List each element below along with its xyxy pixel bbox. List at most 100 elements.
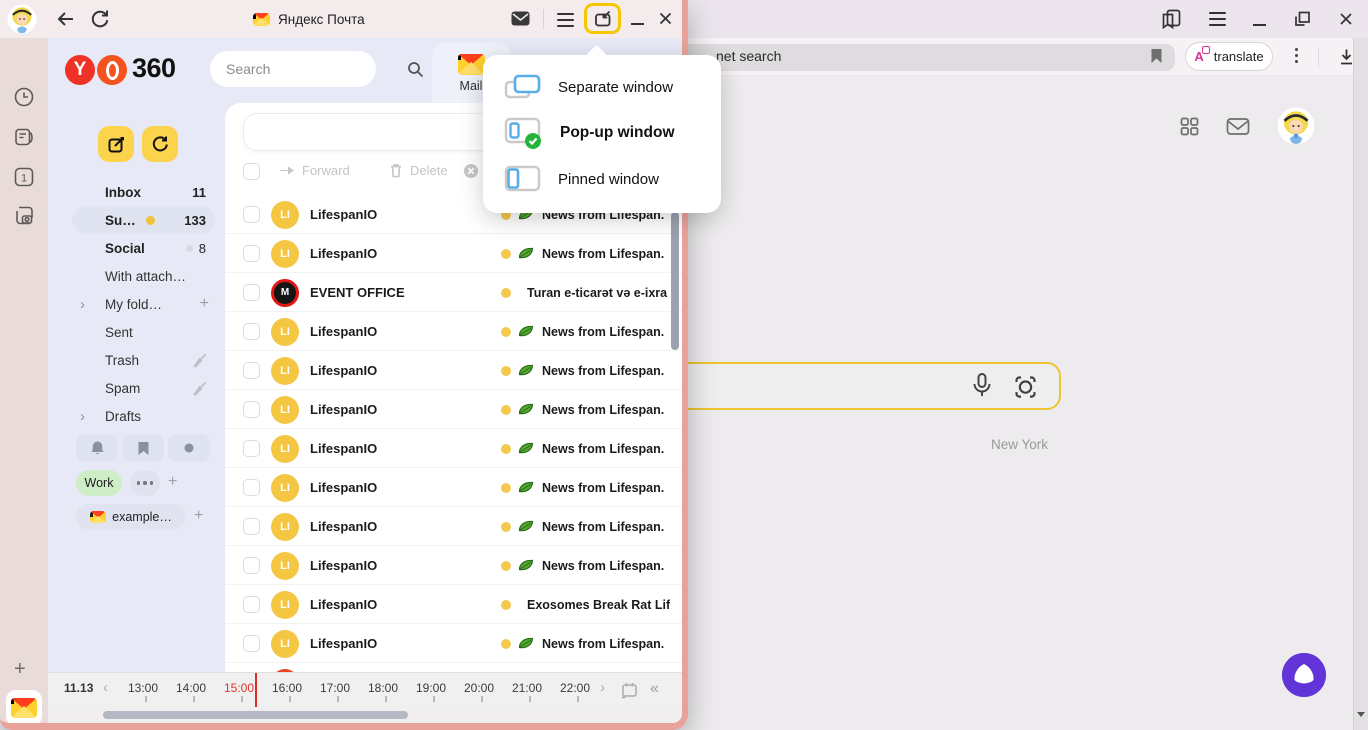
folder-sent[interactable]: Sent xyxy=(72,318,215,346)
browser-restore-button[interactable] xyxy=(1293,10,1311,28)
account-pill[interactable]: example… xyxy=(76,504,186,530)
voice-search-icon[interactable] xyxy=(970,372,994,400)
select-all-checkbox[interactable] xyxy=(243,163,260,180)
profile-avatar[interactable] xyxy=(7,4,37,34)
message-checkbox[interactable] xyxy=(243,362,260,379)
timeline-label: 18:00 xyxy=(368,681,398,695)
folder-trash[interactable]: Trash xyxy=(72,346,215,374)
sender-avatar: LI xyxy=(271,201,299,229)
message-sender: LifespanIO xyxy=(310,324,490,339)
empty-spam-icon[interactable] xyxy=(192,381,207,396)
translate-button[interactable]: A translate xyxy=(1185,42,1273,71)
browser-close-button[interactable] xyxy=(1338,11,1354,27)
message-checkbox[interactable] xyxy=(243,518,260,535)
message-checkbox[interactable] xyxy=(243,284,260,301)
bookmarks-panel-icon[interactable] xyxy=(1160,8,1182,30)
filter-dot-pill[interactable] xyxy=(168,434,210,462)
timeline-next-icon[interactable]: › xyxy=(600,679,605,696)
forward-button[interactable]: Forward xyxy=(279,163,350,178)
folder-drafts[interactable]: › Drafts xyxy=(72,402,215,430)
popup-close-button[interactable] xyxy=(658,11,673,26)
window-mode-button[interactable] xyxy=(584,3,621,34)
message-row[interactable]: LI LifespanIO News from Lifespan. xyxy=(225,624,682,663)
delete-button[interactable]: Delete xyxy=(389,163,448,178)
message-checkbox[interactable] xyxy=(243,596,260,613)
message-checkbox[interactable] xyxy=(243,323,260,340)
filter-bookmarks-pill[interactable] xyxy=(122,434,164,462)
folder-social[interactable]: Social 8 xyxy=(72,234,215,262)
day-timeline[interactable]: 11.13 ‹ 13:00 14:00 15:00 16:00 17:00 18… xyxy=(48,672,682,707)
message-row[interactable]: M EVENT OFFICE Turan e-ticarət və e-ixra xyxy=(225,273,682,312)
list-scrollbar-thumb[interactable] xyxy=(671,212,679,350)
history-icon[interactable] xyxy=(13,86,35,108)
refresh-button[interactable] xyxy=(90,8,110,29)
message-row[interactable]: LI LifespanIO News from Lifespan. xyxy=(225,390,682,429)
check-mail-button[interactable] xyxy=(142,126,178,162)
scrollbar-down-arrow[interactable] xyxy=(1357,712,1365,717)
popup-minimize-button[interactable] xyxy=(631,23,644,25)
timeline-prev-icon[interactable]: ‹ xyxy=(103,679,108,696)
add-event-icon[interactable] xyxy=(620,681,639,700)
browser-scrollbar[interactable] xyxy=(1353,38,1368,730)
message-checkbox[interactable] xyxy=(243,557,260,574)
message-row[interactable]: LI LifespanIO News from Lifespan. xyxy=(225,546,682,585)
mail-service-icon[interactable] xyxy=(1226,117,1250,136)
add-folder-icon[interactable]: + xyxy=(200,295,209,313)
folder-inbox[interactable]: Inbox 11 xyxy=(72,178,215,206)
filter-reminders-pill[interactable] xyxy=(76,434,118,462)
label-work[interactable]: Work xyxy=(76,470,122,496)
horizontal-scrollbar-thumb[interactable] xyxy=(103,711,408,719)
folder-my-folders[interactable]: › My fold… + xyxy=(72,290,215,318)
compose-button[interactable] xyxy=(98,126,134,162)
folder-subscriptions[interactable]: Su… 133 xyxy=(72,206,215,234)
message-row[interactable]: LI LifespanIO News from Lifespan. xyxy=(225,351,682,390)
toolbar-overflow-icon[interactable] xyxy=(1295,48,1298,63)
add-label-icon[interactable]: + xyxy=(168,473,177,491)
message-row[interactable]: LI LifespanIO News from Lifespan. xyxy=(225,468,682,507)
leaf-icon xyxy=(517,441,535,456)
mail-search-bar[interactable] xyxy=(210,51,376,87)
message-row[interactable]: LI LifespanIO News from Lifespan. xyxy=(225,312,682,351)
labels-more-button[interactable] xyxy=(130,470,160,496)
browser-minimize-button[interactable] xyxy=(1253,24,1266,26)
folder-spam[interactable]: Spam xyxy=(72,374,215,402)
screenshot-icon[interactable] xyxy=(13,204,36,227)
menu-item-pinned-window[interactable]: Pinned window xyxy=(483,156,721,202)
message-checkbox[interactable] xyxy=(243,206,260,223)
message-row[interactable]: LI LifespanIO News from Lifespan. xyxy=(225,429,682,468)
message-row[interactable]: LI LifespanIO News from Lifespan. xyxy=(225,507,682,546)
menu-item-separate-window[interactable]: Separate window xyxy=(483,64,721,110)
image-search-icon[interactable] xyxy=(1012,373,1039,400)
message-checkbox[interactable] xyxy=(243,245,260,262)
services-grid-icon[interactable] xyxy=(1180,117,1199,136)
timeline-collapse-icon[interactable]: « xyxy=(650,680,657,698)
message-checkbox[interactable] xyxy=(243,635,260,652)
message-row[interactable] xyxy=(225,663,682,672)
mail-app-icon[interactable] xyxy=(6,690,42,726)
back-button[interactable] xyxy=(55,9,76,29)
message-checkbox[interactable] xyxy=(243,440,260,457)
message-checkbox[interactable] xyxy=(243,479,260,496)
add-panel-icon[interactable]: + xyxy=(14,658,26,681)
message-row[interactable]: LI LifespanIO Exosomes Break Rat Lif xyxy=(225,585,682,624)
tab-counter-icon[interactable]: 1 xyxy=(13,166,35,188)
notes-icon[interactable] xyxy=(13,126,35,148)
folder-with-attachments[interactable]: With attach… xyxy=(72,262,215,290)
add-account-icon[interactable]: + xyxy=(194,507,203,525)
sender-avatar: LI xyxy=(271,552,299,580)
message-checkbox[interactable] xyxy=(243,401,260,418)
search-icon xyxy=(407,61,424,78)
expand-chevron-icon[interactable]: › xyxy=(80,297,85,312)
location-label: New York xyxy=(991,437,1048,452)
popup-menu-icon[interactable] xyxy=(557,13,574,27)
bookmark-flag-icon[interactable] xyxy=(1150,48,1163,64)
mail-search-input[interactable] xyxy=(226,61,407,77)
expand-chevron-icon[interactable]: › xyxy=(80,409,85,424)
message-row[interactable]: LI LifespanIO News from Lifespan. xyxy=(225,234,682,273)
envelope-icon[interactable] xyxy=(511,11,530,26)
empty-trash-icon[interactable] xyxy=(192,353,207,368)
browser-menu-icon[interactable] xyxy=(1209,12,1226,26)
browser-profile-avatar[interactable] xyxy=(1277,107,1315,145)
alice-assistant-button[interactable] xyxy=(1282,653,1326,697)
menu-item-popup-window[interactable]: Pop-up window xyxy=(483,110,721,156)
